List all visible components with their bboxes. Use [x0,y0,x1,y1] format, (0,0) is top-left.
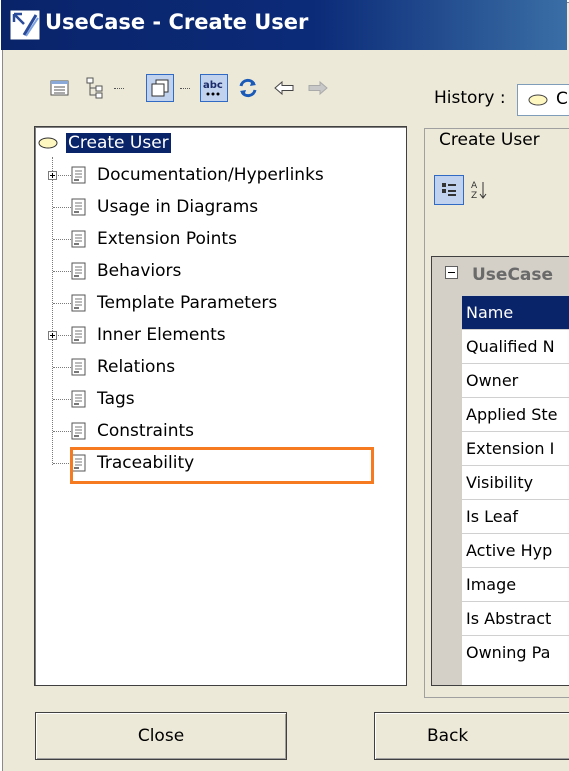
refresh-icon[interactable] [234,74,262,102]
document-icon [71,390,86,408]
property-row[interactable]: Is Abstract [462,601,569,636]
tree-item[interactable]: Inner Elements [71,322,228,348]
property-row[interactable]: Is Leaf [462,499,569,534]
properties-group-title: Create User [437,130,542,150]
property-name: Qualified N [466,337,555,356]
document-icon [71,294,86,312]
property-name: Visibility [466,473,534,492]
tree-item[interactable]: Documentation/Hyperlinks [71,162,326,188]
tree-item[interactable]: Extension Points [71,226,239,252]
properties-table[interactable]: UseCase Name Qualified N Owner Applied Ste E… [431,256,569,686]
tree-item-label: Inner Elements [97,325,226,345]
usecase-icon [38,137,58,149]
property-name: Applied Ste [466,405,558,424]
section-title: UseCase [472,265,554,285]
title-bar: UseCase - Create User [1,0,567,50]
property-name: Owner [466,371,519,390]
property-name: Name [466,303,514,322]
tree-item-label: Documentation/Hyperlinks [97,165,324,185]
tree-root-label: Create User [66,133,171,153]
app-icon [9,9,41,41]
tree-item-label: Behaviors [97,261,182,281]
document-icon [71,262,86,280]
property-row[interactable]: Name [462,295,569,330]
tree-item-label: Usage in Diagrams [97,197,259,217]
svg-text:A: A [471,181,478,191]
tree-view-icon[interactable] [82,74,110,102]
spellcheck-icon[interactable]: abc [200,74,228,102]
document-icon [71,358,86,376]
back-button[interactable]: Back [374,712,569,760]
tree-item-label: Tags [97,389,135,409]
tree-item[interactable]: Tags [71,386,137,412]
separator [180,88,190,89]
property-row[interactable]: Active Hyp [462,533,569,568]
svg-text:abc: abc [203,80,223,91]
tree-item[interactable]: Relations [71,354,177,380]
history-combobox[interactable]: C [517,84,569,116]
property-row[interactable]: Extension I [462,431,569,466]
property-row[interactable]: Owner [462,363,569,398]
expand-icon[interactable] [48,171,57,180]
usecase-icon [528,94,548,106]
history-label: History : [434,88,506,108]
separator [114,88,124,89]
tree-item-label: Template Parameters [97,293,278,313]
sort-alphabetical-icon[interactable]: AZ [464,175,494,205]
expand-icon[interactable] [48,331,57,340]
property-name: Extension I [466,439,555,458]
categorized-view-icon[interactable] [434,175,464,205]
traceability-highlight [70,447,374,484]
close-button[interactable]: Close [35,712,287,760]
property-row[interactable]: Visibility [462,465,569,500]
document-icon [71,198,86,216]
property-name: Is Abstract [466,609,552,628]
tree-item-label: Extension Points [97,229,237,249]
window-title: UseCase - Create User [45,10,309,34]
document-icon [71,166,86,184]
specification-tree[interactable]: Create User Documentation/Hyperlinks Usag… [34,126,407,686]
collapse-icon[interactable] [445,266,458,279]
property-row[interactable]: Image [462,567,569,602]
table-view-icon[interactable] [46,74,74,102]
property-row[interactable]: Owning Pa [462,635,569,670]
tree-item[interactable]: Behaviors [71,258,183,284]
tree-item-label: Relations [97,357,176,377]
property-name: Image [466,575,517,594]
tree-item-label: Constraints [97,421,194,441]
section-header[interactable]: UseCase [432,257,569,295]
tree-item[interactable]: Constraints [71,418,196,444]
toolbar: abc History : C [0,50,569,120]
property-row[interactable]: Qualified N [462,329,569,364]
property-row[interactable]: Applied Ste [462,397,569,432]
tree-item[interactable]: Usage in Diagrams [71,194,260,220]
document-icon [71,326,86,344]
quick-view-icon[interactable] [146,74,174,102]
document-icon [71,230,86,248]
svg-text:Z: Z [471,191,477,201]
property-name: Is Leaf [466,507,519,526]
document-icon [71,422,86,440]
property-name: Owning Pa [466,643,551,662]
forward-arrow-icon[interactable] [304,74,332,102]
property-name: Active Hyp [466,541,553,560]
tree-item[interactable]: Template Parameters [71,290,279,316]
back-arrow-icon[interactable] [270,74,298,102]
tree-root[interactable]: Create User [38,130,171,156]
